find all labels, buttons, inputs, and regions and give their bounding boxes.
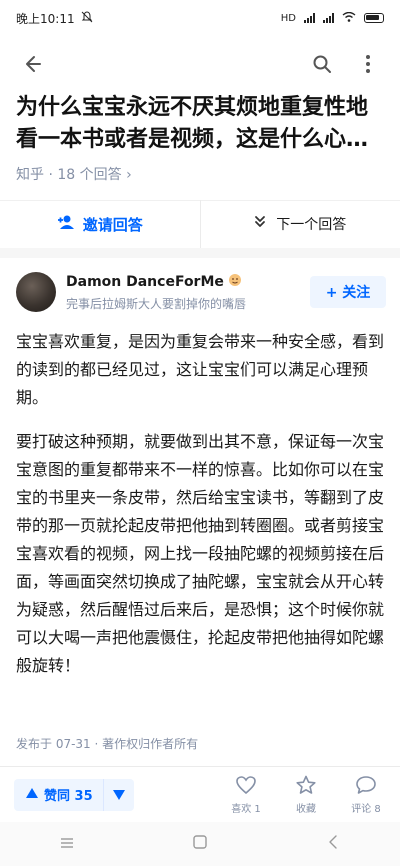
- vote-up-label: 赞同 35: [44, 789, 93, 804]
- status-right: HD: [280, 11, 384, 25]
- back-arrow-icon[interactable]: [14, 46, 50, 82]
- mute-icon: [81, 10, 93, 26]
- author-row: Damon DanceForMe 完事后拉姆斯大人要割掉你的嘴唇 + 关注: [16, 268, 386, 316]
- next-answer-button[interactable]: 下一个回答: [199, 200, 400, 248]
- invite-answer-button[interactable]: 邀请回答: [0, 200, 200, 248]
- answer-paragraph: 宝宝喜欢重复，是因为重复会带来一种安全感，看到的读到的都已经见过，这让宝宝们可以…: [16, 332, 385, 407]
- question-meta[interactable]: 知乎 · 18 个回答 ›: [16, 164, 132, 184]
- battery-icon: [364, 13, 384, 23]
- menu-icon[interactable]: [59, 835, 75, 854]
- vote-up-button[interactable]: 赞同 35: [14, 785, 103, 804]
- signal-icon-2: [323, 13, 334, 23]
- invite-answer-label: 邀请回答: [82, 215, 143, 234]
- system-nav-bar: [0, 822, 400, 866]
- publish-info: 发布于 07-31 · 著作权归作者所有: [16, 737, 199, 751]
- double-chevron-down-icon: [254, 215, 266, 233]
- answer-body: 宝宝喜欢重复，是因为重复会带来一种安全感，看到的读到的都已经见过，这让宝宝们可以…: [16, 328, 384, 696]
- status-left: 晚上10:11: [16, 10, 93, 27]
- question-action-row: 邀请回答 下一个回答: [0, 200, 400, 248]
- author-bio: 完事后拉姆斯大人要割掉你的嘴唇: [66, 296, 247, 311]
- triangle-down-icon: [112, 785, 125, 804]
- status-bar: 晚上10:11 HD: [0, 0, 400, 36]
- vote-group: 赞同 35: [14, 778, 134, 811]
- signal-icon: [304, 13, 315, 23]
- answer-paragraph: 要打破这种预期，就要做到出其不意，保证每一次宝宝意图的重复都带来不一样的惊喜。比…: [16, 432, 385, 675]
- vote-down-button[interactable]: [102, 778, 134, 811]
- next-answer-label: 下一个回答: [276, 217, 347, 233]
- bottom-actions: 喜欢 1 收藏 评论 8: [226, 775, 386, 815]
- like-button[interactable]: 喜欢 1: [226, 775, 266, 815]
- comment-button[interactable]: 评论 8: [346, 775, 386, 815]
- wifi-icon: [342, 11, 356, 25]
- back-icon[interactable]: [325, 834, 341, 854]
- section-gap: [0, 248, 400, 258]
- top-right-actions: [304, 46, 386, 82]
- comment-icon: [355, 775, 377, 798]
- emoji-badge-icon: [228, 273, 242, 291]
- question-title[interactable]: 为什么宝宝永远不厌其烦地重复性地看一本书或者是视频，这是什么心理…: [16, 92, 386, 156]
- author-info: Damon DanceForMe 完事后拉姆斯大人要割掉你的嘴唇: [66, 273, 310, 312]
- author-name-row[interactable]: Damon DanceForMe: [66, 273, 310, 291]
- like-label: 喜欢 1: [231, 803, 261, 815]
- answer-bottom-bar: 赞同 35 喜欢 1 收藏 评论 8: [0, 766, 400, 822]
- search-icon[interactable]: [304, 46, 340, 82]
- more-vertical-icon[interactable]: [350, 46, 386, 82]
- collect-button[interactable]: 收藏: [286, 775, 326, 815]
- follow-button[interactable]: + 关注: [310, 276, 386, 308]
- triangle-up-icon: [26, 787, 38, 802]
- status-time: 晚上10:11: [16, 11, 75, 26]
- collect-label: 收藏: [296, 803, 316, 815]
- avatar[interactable]: [16, 272, 56, 312]
- heart-icon: [235, 775, 257, 798]
- star-icon: [295, 775, 317, 798]
- invite-user-icon: [57, 214, 75, 234]
- top-bar: [0, 40, 400, 88]
- network-label: HD: [280, 12, 296, 24]
- comment-label: 评论 8: [351, 803, 381, 815]
- author-name: Damon DanceForMe: [66, 273, 224, 290]
- home-icon[interactable]: [192, 834, 208, 854]
